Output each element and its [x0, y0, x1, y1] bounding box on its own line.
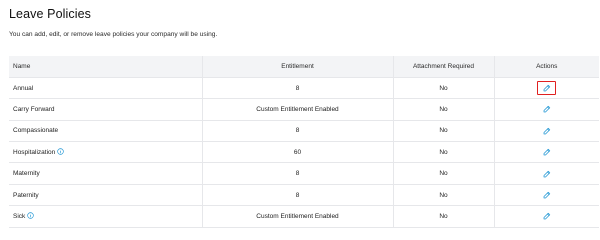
- cell-actions: [493, 162, 599, 185]
- leave-policies-table-wrap: Name Entitlement Attachment Required Act…: [9, 56, 599, 228]
- cell-attachment-required: No: [392, 120, 494, 143]
- leave-type-name: Carry Forward: [13, 105, 55, 113]
- cell-actions: [493, 141, 599, 164]
- cell-attachment-required: No: [392, 77, 494, 100]
- table-row: Compassionate 8 No: [9, 120, 599, 143]
- edit-button[interactable]: [537, 145, 556, 159]
- edit-button[interactable]: [537, 188, 556, 202]
- info-icon[interactable]: [57, 148, 64, 155]
- leave-type-name: Compassionate: [13, 127, 59, 135]
- leave-type-name: Maternity: [13, 170, 40, 178]
- cell-name: Compassionate: [9, 120, 202, 143]
- leave-type-name: Hospitalization: [13, 148, 56, 156]
- column-header-name[interactable]: Name: [9, 56, 202, 78]
- pencil-icon: [543, 212, 551, 220]
- cell-actions: [493, 205, 599, 228]
- cell-name: Paternity: [9, 184, 202, 207]
- pencil-icon: [543, 191, 551, 199]
- cell-entitlement: 60: [201, 141, 393, 164]
- table-row: Hospitalization 60 No: [9, 141, 599, 164]
- edit-button[interactable]: [537, 167, 556, 181]
- edit-button[interactable]: [537, 81, 557, 96]
- leave-policies-table: Name Entitlement Attachment Required Act…: [9, 56, 599, 228]
- table-row: Paternity 8 No: [9, 184, 599, 207]
- column-header-attachment-required[interactable]: Attachment Required: [392, 56, 494, 78]
- pencil-icon: [543, 148, 551, 156]
- cell-name: Maternity: [9, 162, 202, 185]
- cell-entitlement: Custom Entitlement Enabled: [201, 205, 393, 228]
- cell-entitlement: 8: [201, 184, 393, 207]
- pencil-icon: [543, 170, 551, 178]
- cell-actions: [493, 98, 599, 121]
- table-body: Annual 8 No Carry Forward Custom Entitlement…: [9, 77, 599, 228]
- cell-name: Hospitalization: [9, 141, 202, 164]
- column-header-entitlement[interactable]: Entitlement: [201, 56, 393, 78]
- cell-name: Sick: [9, 205, 202, 228]
- cell-name: Carry Forward: [9, 98, 202, 121]
- page-subtitle: You can add, edit, or remove leave polic…: [9, 31, 218, 38]
- cell-attachment-required: No: [392, 141, 494, 164]
- pencil-icon: [543, 84, 551, 92]
- cell-actions: [493, 77, 599, 100]
- cell-entitlement: 8: [201, 120, 393, 143]
- info-icon[interactable]: [27, 212, 34, 219]
- cell-attachment-required: No: [392, 162, 494, 185]
- cell-actions: [493, 184, 599, 207]
- edit-button[interactable]: [537, 124, 556, 138]
- cell-entitlement: 8: [201, 77, 393, 100]
- leave-type-name: Sick: [13, 212, 26, 220]
- leave-policies-page: Leave Policies You can add, edit, or rem…: [0, 0, 600, 228]
- cell-name: Annual: [9, 77, 202, 100]
- leave-type-name: Annual: [13, 84, 34, 92]
- cell-attachment-required: No: [392, 184, 494, 207]
- page-title: Leave Policies: [9, 7, 92, 21]
- table-row: Annual 8 No: [9, 77, 599, 100]
- cell-actions: [493, 120, 599, 143]
- column-header-actions: Actions: [493, 56, 599, 78]
- leave-type-name: Paternity: [13, 191, 39, 199]
- cell-attachment-required: No: [392, 205, 494, 228]
- edit-button[interactable]: [537, 102, 556, 116]
- pencil-icon: [543, 127, 551, 135]
- table-header-row: Name Entitlement Attachment Required Act…: [9, 56, 599, 78]
- table-row: Maternity 8 No: [9, 162, 599, 185]
- pencil-icon: [543, 105, 551, 113]
- edit-button[interactable]: [537, 209, 556, 223]
- cell-entitlement: 8: [201, 162, 393, 185]
- table-row: Carry Forward Custom Entitlement Enabled N…: [9, 98, 599, 121]
- table-row: Sick Custom Entitlement Enabled No: [9, 205, 599, 228]
- cell-attachment-required: No: [392, 98, 494, 121]
- cell-entitlement: Custom Entitlement Enabled: [201, 98, 393, 121]
